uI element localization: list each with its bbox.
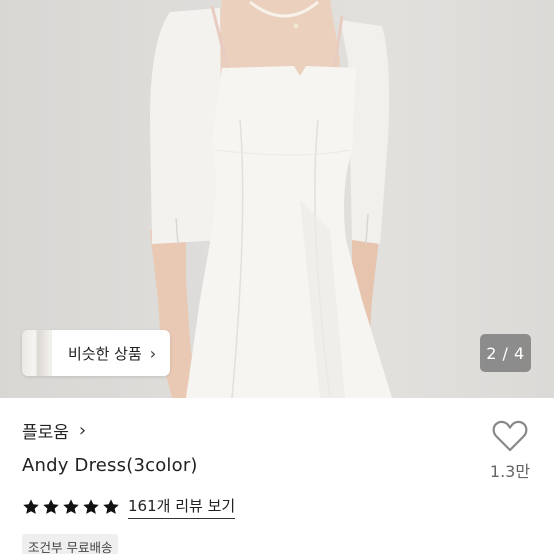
shop-name: 플로움: [22, 423, 69, 443]
view-reviews-link[interactable]: 161개 리뷰 보기: [128, 495, 236, 519]
heart-outline-icon: [492, 420, 528, 452]
star-icon: [103, 499, 119, 514]
similar-products-thumbnail: [22, 330, 52, 376]
chevron-right-icon: ›: [149, 343, 157, 363]
chevron-right-icon: ›: [78, 420, 87, 441]
product-photo[interactable]: 비슷한 상품 › 2 / 4: [0, 0, 554, 398]
star-icon: [23, 499, 39, 514]
shop-link[interactable]: 플로움 ›: [22, 418, 86, 443]
similar-products-button[interactable]: 비슷한 상품 ›: [22, 330, 171, 376]
product-title: Andy Dress(3color): [22, 455, 198, 476]
star-icon: [43, 499, 59, 514]
shipping-badge: 조건부 무료배송: [22, 534, 119, 554]
gallery-page-indicator: 2 / 4: [480, 334, 531, 372]
star-icon: [63, 499, 79, 514]
similar-products-label: 비슷한 상품: [68, 344, 142, 363]
like-count: 1.3만: [489, 462, 531, 481]
star-icon: [83, 499, 99, 514]
star-rating: [22, 498, 120, 516]
like-button[interactable]: 1.3만: [484, 420, 536, 482]
rating-row: 161개 리뷰 보기: [22, 495, 236, 519]
